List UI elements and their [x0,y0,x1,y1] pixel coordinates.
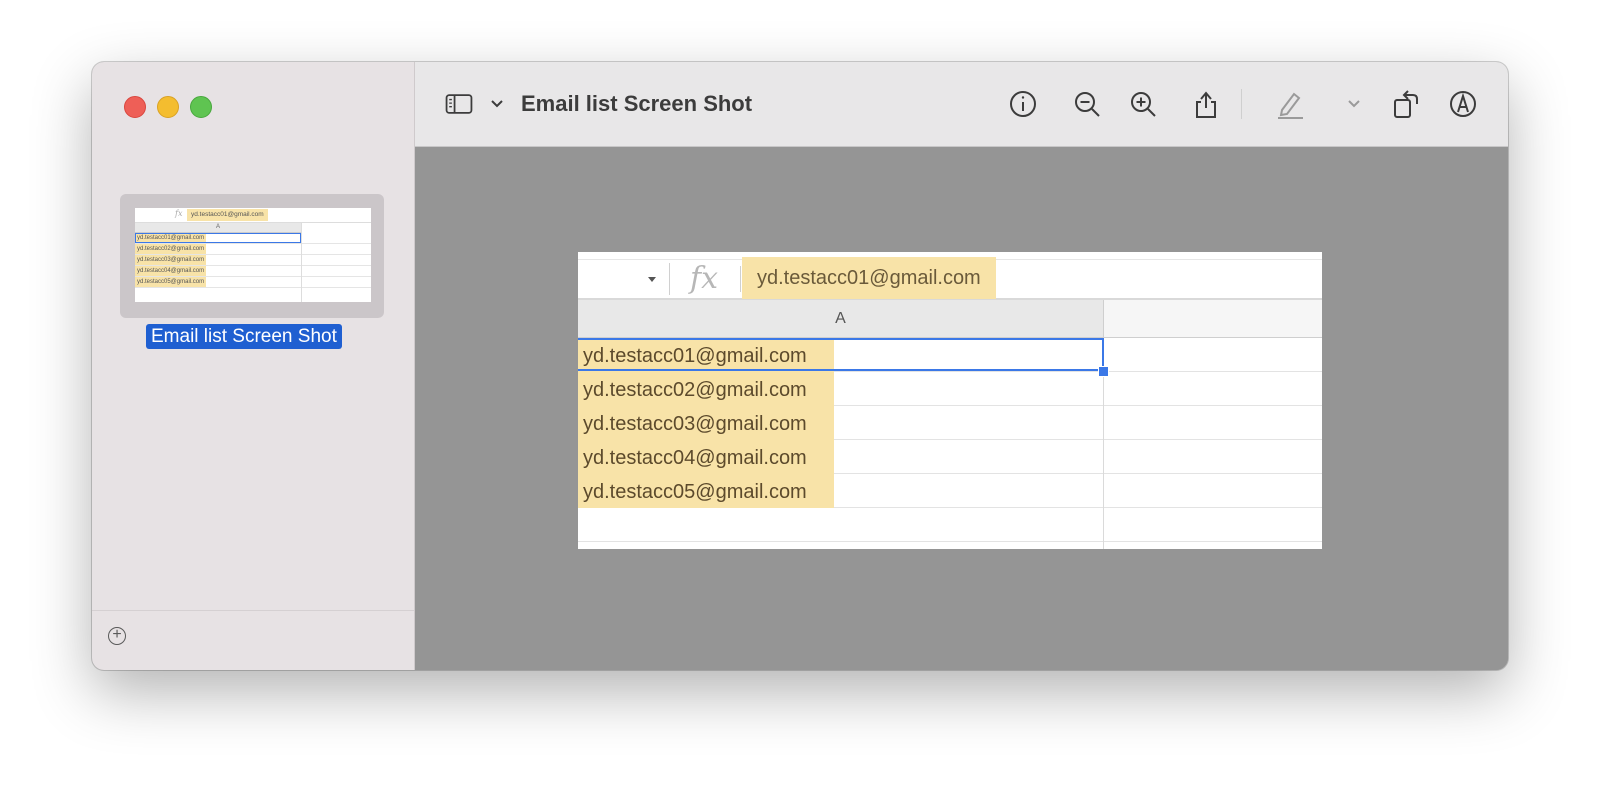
markup-icon[interactable] [1447,88,1479,120]
info-icon[interactable] [1007,88,1039,120]
share-icon[interactable] [1190,88,1222,120]
table-row: yd.testacc04@gmail.com [578,440,1322,474]
thumbnail-cell: yd.testacc03@gmail.com [135,255,207,265]
fx-icon: fx [690,261,719,296]
rotate-icon[interactable] [1390,88,1422,120]
selection-handle [1098,366,1109,377]
cell: yd.testacc03@gmail.com [578,406,834,440]
highlight-pen-icon[interactable] [1274,88,1306,120]
thumbnail-image: fx yd.testacc01@gmail.com A yd.testacc01… [135,208,371,302]
column-header-a: A [578,300,1104,338]
cell: yd.testacc05@gmail.com [578,474,834,508]
thumbnail-column-header: A [135,223,302,233]
thumbnail-cell: yd.testacc02@gmail.com [135,244,207,254]
table-row: yd.testacc05@gmail.com [578,474,1322,508]
formula-bar: fx yd.testacc01@gmail.com [578,257,1322,300]
zoom-out-icon[interactable] [1071,88,1103,120]
toolbar: Email list Screen Shot [415,62,1508,147]
formula-value: yd.testacc01@gmail.com [742,257,996,299]
zoom-button[interactable] [190,96,212,118]
thumbnail-cell: yd.testacc05@gmail.com [135,277,207,287]
preview-window: fx yd.testacc01@gmail.com A yd.testacc01… [92,62,1508,670]
thumbnail-row: yd.testacc05@gmail.com [135,277,371,288]
table-row [578,508,1322,542]
thumbnail-row: yd.testacc02@gmail.com [135,244,371,255]
thumbnail-fx-label: fx [175,209,183,218]
table-row: yd.testacc02@gmail.com [578,372,1322,406]
thumbnail-label[interactable]: Email list Screen Shot [146,324,342,349]
formula-separator [740,266,741,292]
dropdown-arrow-icon [648,277,656,282]
cell-selection [578,338,1104,371]
document-canvas: fx yd.testacc01@gmail.com A yd.testacc01… [415,147,1508,670]
spreadsheet-image: fx yd.testacc01@gmail.com A yd.testacc01… [578,252,1322,549]
chevron-down-icon[interactable] [1338,88,1360,120]
sidebar-divider [92,610,414,611]
close-button[interactable] [124,96,146,118]
plus-circle-icon[interactable]: + [108,627,126,645]
sidebar: fx yd.testacc01@gmail.com A yd.testacc01… [92,62,415,670]
column-header-b [1104,300,1322,338]
cell: yd.testacc04@gmail.com [578,440,834,474]
sidebar-toggle-icon[interactable] [443,88,479,120]
thumbnail-selection [135,233,301,243]
chevron-down-icon[interactable] [481,88,503,120]
thumbnail-cell: yd.testacc04@gmail.com [135,266,207,276]
minimize-button[interactable] [157,96,179,118]
window-title: Email list Screen Shot [521,91,753,116]
page-thumbnail[interactable]: fx yd.testacc01@gmail.com A yd.testacc01… [120,194,384,318]
thumbnail-row: yd.testacc04@gmail.com [135,266,371,277]
thumbnail-column-divider [301,223,302,302]
table-row: yd.testacc03@gmail.com [578,406,1322,440]
toolbar-separator [1241,89,1242,119]
thumbnail-row: yd.testacc03@gmail.com [135,255,371,266]
zoom-in-icon[interactable] [1127,88,1159,120]
formula-separator [669,263,670,295]
thumbnail-formula-value: yd.testacc01@gmail.com [187,209,268,221]
cell: yd.testacc02@gmail.com [578,372,834,406]
